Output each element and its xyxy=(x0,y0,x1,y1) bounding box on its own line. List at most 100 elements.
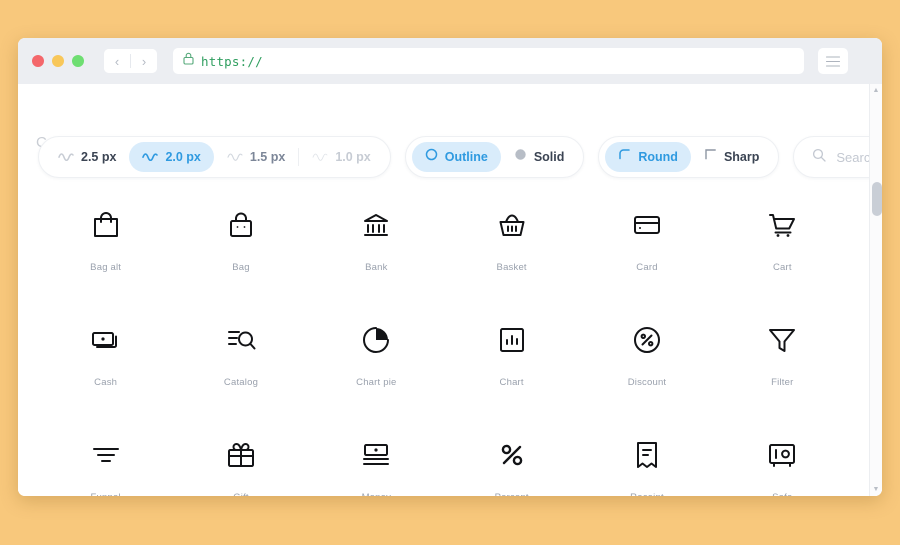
icon-cell-money[interactable]: Money xyxy=(309,426,444,496)
icon-cell-cart[interactable]: Cart xyxy=(715,196,850,273)
icon-label: Bag xyxy=(232,262,250,273)
safe-icon xyxy=(766,432,798,478)
gift-icon xyxy=(225,432,257,478)
back-button[interactable]: ‹ xyxy=(104,49,130,73)
stroke-width-option-1-0[interactable]: 1.0 px xyxy=(299,142,383,172)
icon-label: Money xyxy=(362,492,392,496)
minimize-window-button[interactable] xyxy=(52,55,64,67)
card-icon xyxy=(631,202,663,248)
icon-label: Chart pie xyxy=(356,377,397,388)
cash-icon xyxy=(90,317,122,363)
icon-cell-percent[interactable]: Percent xyxy=(444,426,579,496)
browser-window: ‹ › https:// C 2.5 px 2.0 px 1.5 px 1.0 … xyxy=(18,38,882,496)
wave-icon xyxy=(227,148,243,166)
icon-cell-cash[interactable]: Cash xyxy=(38,311,173,388)
corner-style-option-round[interactable]: Round xyxy=(605,142,691,172)
close-window-button[interactable] xyxy=(32,55,44,67)
money-icon xyxy=(360,432,392,478)
discount-icon xyxy=(631,317,663,363)
icon-label: Bag alt xyxy=(90,262,122,273)
icon-label: Safe xyxy=(772,492,792,496)
icon-grid: Bag alt Bag Bank Basket Card Cart Cash C… xyxy=(38,196,850,496)
icon-cell-safe[interactable]: Safe xyxy=(715,426,850,496)
forward-button[interactable]: › xyxy=(131,49,157,73)
icon-cell-bag-alt[interactable]: Bag alt xyxy=(38,196,173,273)
icon-label: Receipt xyxy=(630,492,664,496)
icon-label: Gift xyxy=(233,492,249,496)
fill-style-label: Solid xyxy=(533,150,565,164)
icon-label: Filter xyxy=(771,377,794,388)
receipt-icon xyxy=(631,432,663,478)
fill-style-label: Outline xyxy=(444,150,488,164)
url-bar[interactable]: https:// xyxy=(173,48,804,74)
fill-style-group: Outline Solid xyxy=(404,136,585,178)
circle-solid-icon xyxy=(514,148,527,166)
icon-cell-catalog[interactable]: Catalog xyxy=(173,311,308,388)
stroke-width-label: 2.0 px xyxy=(165,150,201,164)
scroll-down-arrow[interactable]: ▼ xyxy=(870,483,883,496)
zoom-window-button[interactable] xyxy=(72,55,84,67)
wave-icon xyxy=(142,148,159,166)
stroke-width-option-1-5[interactable]: 1.5 px xyxy=(214,142,298,172)
icon-label: Cart xyxy=(772,262,792,273)
icon-label: Catalog xyxy=(223,377,259,388)
icon-cell-filter[interactable]: Filter xyxy=(715,311,850,388)
navigation-buttons: ‹ › xyxy=(104,49,157,73)
percent-icon xyxy=(496,432,528,478)
fill-style-option-solid[interactable]: Solid xyxy=(501,142,578,172)
icon-label: Card xyxy=(636,262,658,273)
icon-label: Bank xyxy=(365,262,388,273)
icon-cell-funnel[interactable]: Funnel xyxy=(38,426,173,496)
icon-cell-basket[interactable]: Basket xyxy=(444,196,579,273)
stroke-width-label: 1.0 px xyxy=(335,150,371,164)
icon-label: Percent xyxy=(495,492,529,496)
stroke-width-label: 1.5 px xyxy=(249,150,286,164)
basket-icon xyxy=(496,202,528,248)
url-text: https:// xyxy=(201,53,263,69)
icon-settings-toolbar: 2.5 px 2.0 px 1.5 px 1.0 px Outline Soli… xyxy=(38,136,882,178)
circle-outline-icon xyxy=(425,148,438,166)
scrollbar-track[interactable] xyxy=(870,97,882,483)
stroke-width-option-2-0[interactable]: 2.0 px xyxy=(129,142,214,172)
icon-cell-chart-pie[interactable]: Chart pie xyxy=(309,311,444,388)
icon-cell-bag[interactable]: Bag xyxy=(173,196,308,273)
funnel-icon xyxy=(90,432,122,478)
bag-alt-icon xyxy=(90,202,122,248)
vertical-scrollbar[interactable]: ▲ ▼ xyxy=(869,84,882,496)
corner-style-option-sharp[interactable]: Sharp xyxy=(691,142,772,172)
hamburger-menu-icon[interactable] xyxy=(818,48,848,74)
corner-style-label: Sharp xyxy=(723,150,760,164)
lock-icon xyxy=(183,52,194,70)
stroke-width-option-2-5[interactable]: 2.5 px xyxy=(45,142,129,172)
icon-label: Chart xyxy=(499,377,524,388)
scroll-up-arrow[interactable]: ▲ xyxy=(870,84,883,97)
corner-round-icon xyxy=(618,148,631,166)
icon-cell-chart[interactable]: Chart xyxy=(444,311,579,388)
scrollbar-thumb[interactable] xyxy=(871,182,882,216)
catalog-icon xyxy=(225,317,257,363)
chart-pie-icon xyxy=(360,317,392,363)
corner-style-label: Round xyxy=(638,150,678,164)
corner-sharp-icon xyxy=(704,148,717,166)
bank-icon xyxy=(360,202,392,248)
search-icon xyxy=(812,148,827,167)
icon-cell-discount[interactable]: Discount xyxy=(579,311,714,388)
filter-icon xyxy=(766,317,798,363)
stroke-width-group: 2.5 px 2.0 px 1.5 px 1.0 px xyxy=(38,136,391,178)
wave-icon xyxy=(312,148,328,166)
cart-icon xyxy=(766,202,798,248)
icon-cell-receipt[interactable]: Receipt xyxy=(579,426,714,496)
fill-style-option-outline[interactable]: Outline xyxy=(411,142,501,172)
corner-style-group: Round Sharp xyxy=(598,136,780,178)
icon-label: Basket xyxy=(496,262,527,273)
icon-cell-gift[interactable]: Gift xyxy=(173,426,308,496)
icon-label: Funnel xyxy=(91,492,121,496)
icon-cell-bank[interactable]: Bank xyxy=(309,196,444,273)
browser-title-bar: ‹ › https:// xyxy=(18,38,882,84)
wave-icon xyxy=(58,148,74,166)
bag-icon xyxy=(225,202,257,248)
icon-label: Discount xyxy=(627,377,667,388)
traffic-lights xyxy=(32,55,84,67)
icon-cell-card[interactable]: Card xyxy=(579,196,714,273)
page-content: C 2.5 px 2.0 px 1.5 px 1.0 px Outline So… xyxy=(18,84,882,496)
